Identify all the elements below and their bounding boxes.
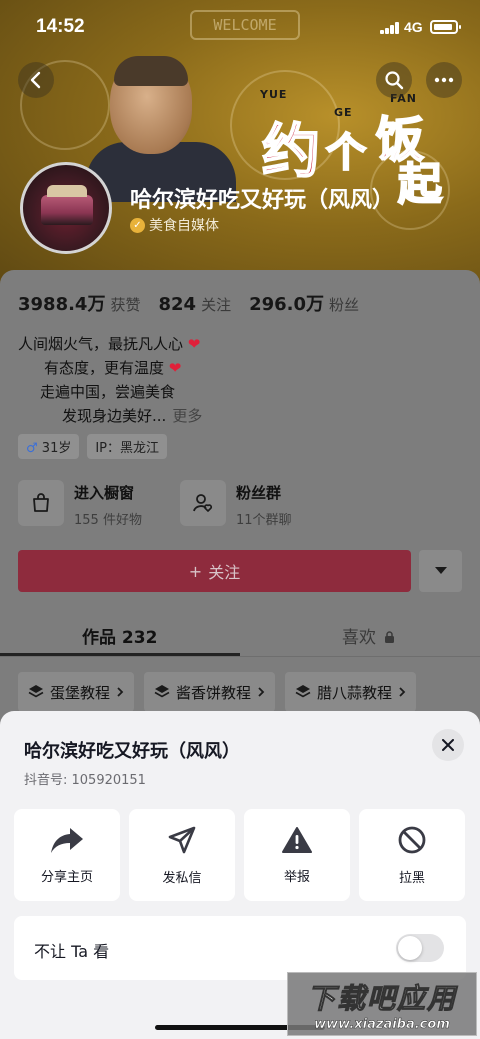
shop-window-title: 进入橱窗 <box>74 484 135 502</box>
caret-down-icon <box>434 567 447 574</box>
shop-window-subtitle: 155 件好物 <box>74 513 142 528</box>
report-button[interactable]: 举报 <box>244 809 350 901</box>
verification-label: ✓ 美食自媒体 <box>130 215 219 235</box>
layers-icon <box>295 685 311 698</box>
fan-group-icon <box>180 480 226 526</box>
heart-icon: ❤ <box>168 359 182 377</box>
network-type: 4G <box>404 19 423 35</box>
plus-icon: + <box>188 561 203 581</box>
more-button[interactable] <box>426 62 462 98</box>
collection-chip[interactable]: 蛋堡教程 <box>18 672 135 712</box>
share-icon <box>51 827 83 853</box>
bio-more-link[interactable]: 更多 <box>172 407 202 425</box>
profile-stats: 3988.4万 获赞 824 关注 296.0万 粉丝 <box>18 290 359 316</box>
chevron-right-icon <box>117 687 124 697</box>
site-watermark: 下载吧应用 www.xiazaiba.com <box>287 972 477 1036</box>
stat-following[interactable]: 824 关注 <box>158 294 231 315</box>
profile-name: 哈尔滨好吃又好玩（风风） <box>130 188 395 213</box>
follow-button[interactable]: + 关注 <box>18 550 411 592</box>
fan-group-title: 粉丝群 <box>236 484 282 502</box>
chevron-left-icon <box>30 71 41 89</box>
profile-tags: ♂ 31岁 IP：黑龙江 <box>18 434 168 459</box>
close-button[interactable] <box>432 729 464 761</box>
banner-person-photo <box>86 56 236 202</box>
lock-icon <box>385 631 395 643</box>
search-icon <box>385 71 404 90</box>
search-button[interactable] <box>376 62 412 98</box>
fan-group-subtitle: 11个群聊 <box>236 513 292 528</box>
collection-chips: 蛋堡教程 酱香饼教程 腊八蒜教程 <box>18 672 417 712</box>
verified-badge-icon: ✓ <box>130 217 145 233</box>
chevron-right-icon <box>399 687 406 697</box>
share-profile-button[interactable]: 分享主页 <box>14 809 120 901</box>
send-message-icon <box>168 826 196 853</box>
more-dots-icon <box>434 77 454 83</box>
bio-line: 发现身边美好... <box>62 407 167 425</box>
ip-tag: IP：黑龙江 <box>87 434 168 459</box>
collection-chip[interactable]: 腊八蒜教程 <box>285 672 417 712</box>
status-time: 14:52 <box>36 16 85 37</box>
douyin-id: 抖音号: 105920151 <box>24 773 146 788</box>
close-icon <box>442 739 454 751</box>
hide-from-user-toggle[interactable] <box>396 934 444 962</box>
signal-icon <box>380 22 400 34</box>
hide-from-user-row: 不让 Ta 看 <box>14 916 466 980</box>
sheet-actions: 分享主页 发私信 举报 拉黑 <box>14 809 465 901</box>
layers-icon <box>154 685 170 698</box>
avatar[interactable] <box>20 162 112 254</box>
stat-followers[interactable]: 296.0万 粉丝 <box>249 290 359 316</box>
block-button[interactable]: 拉黑 <box>359 809 465 901</box>
layers-icon <box>28 685 44 698</box>
shop-window-entry[interactable]: 进入橱窗 155 件好物 <box>18 480 142 528</box>
block-icon <box>398 826 426 853</box>
fan-group-entry[interactable]: 粉丝群 11个群聊 <box>180 480 292 528</box>
male-icon: ♂ <box>26 441 38 456</box>
stat-likes[interactable]: 3988.4万 获赞 <box>18 290 140 316</box>
tab-active-indicator <box>0 653 240 656</box>
follow-options-button[interactable] <box>419 550 462 592</box>
sheet-title: 哈尔滨好吃又好玩（风风） <box>24 741 240 762</box>
send-message-button[interactable]: 发私信 <box>129 809 235 901</box>
chevron-right-icon <box>258 687 265 697</box>
collection-chip[interactable]: 酱香饼教程 <box>144 672 276 712</box>
follow-button-label: 关注 <box>208 563 241 582</box>
age-tag: ♂ 31岁 <box>18 434 80 459</box>
report-icon <box>282 826 312 853</box>
back-button[interactable] <box>18 62 54 98</box>
battery-icon <box>430 20 461 34</box>
shopping-bag-icon <box>18 480 64 526</box>
bio-line: 有态度，更有温度 <box>44 359 165 377</box>
bio-line: 人间烟火气，最抚凡人心 <box>18 335 184 353</box>
profile-tabs: 作品 232 喜欢 <box>0 615 480 657</box>
status-bar: 14:52 4G <box>0 0 480 50</box>
hide-from-user-label: 不让 Ta 看 <box>34 942 110 961</box>
tab-works[interactable]: 作品 232 <box>82 623 157 648</box>
tab-likes[interactable]: 喜欢 <box>342 623 395 648</box>
heart-icon: ❤ <box>187 335 201 353</box>
avatar-photo <box>41 185 93 225</box>
bio-line: 走遍中国，尝遍美食 <box>40 383 176 401</box>
profile-bio[interactable]: 人间烟火气，最抚凡人心 ❤ 有态度，更有温度 ❤ 走遍中国，尝遍美食 发现身边美… <box>18 332 202 428</box>
